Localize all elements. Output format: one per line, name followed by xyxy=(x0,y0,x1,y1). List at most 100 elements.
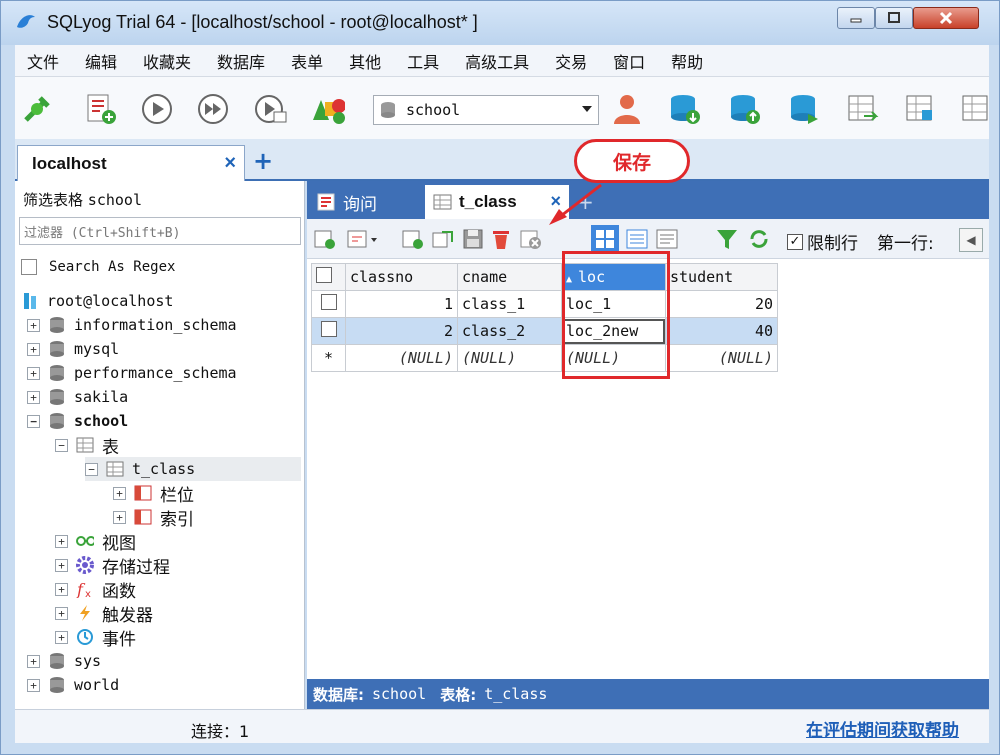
cell-student[interactable]: 40 xyxy=(665,317,778,345)
menu-database[interactable]: 数据库 xyxy=(217,49,265,73)
tree-db-performance-schema[interactable]: + performance_schema xyxy=(27,361,237,385)
menu-help[interactable]: 帮助 xyxy=(671,49,703,73)
cell-cname[interactable]: class_1 xyxy=(457,290,562,318)
limit-rows-option[interactable]: ✓ 限制行 xyxy=(787,229,858,254)
expand-icon[interactable]: + xyxy=(27,342,40,356)
cell-null[interactable]: (NULL) xyxy=(345,344,458,372)
execute-all-button[interactable] xyxy=(195,91,231,127)
expand-icon[interactable]: + xyxy=(27,366,40,380)
collapse-icon[interactable]: − xyxy=(27,414,40,428)
menu-edit[interactable]: 编辑 xyxy=(85,49,117,73)
new-connection-button[interactable] xyxy=(19,91,55,127)
expand-icon[interactable]: + xyxy=(27,390,40,404)
duplicate-row-button[interactable] xyxy=(401,227,425,251)
execute-query-button[interactable] xyxy=(139,91,175,127)
row-checkbox[interactable] xyxy=(320,294,337,310)
table-row[interactable]: 2 class_2 loc_2new 40 xyxy=(311,317,778,345)
limit-rows-checkbox[interactable]: ✓ xyxy=(787,233,803,250)
tree-functions[interactable]: + fx 函数 xyxy=(55,577,136,602)
database-selector[interactable]: school xyxy=(373,95,599,125)
new-query-button[interactable] xyxy=(83,91,119,127)
regex-option[interactable]: Search As Regex xyxy=(21,259,175,275)
minimize-button[interactable] xyxy=(837,7,875,29)
scroll-left-button[interactable]: ◀ xyxy=(959,228,983,252)
tree-db-information-schema[interactable]: + information_schema xyxy=(27,313,237,337)
tree-root[interactable]: root@localhost xyxy=(21,289,173,313)
tree-db-world[interactable]: + world xyxy=(27,673,119,697)
select-all-header[interactable] xyxy=(311,263,346,291)
schema-sync-button[interactable] xyxy=(903,91,939,127)
row-select-cell[interactable] xyxy=(311,317,346,345)
cell-null[interactable]: (NULL) xyxy=(457,344,562,372)
tree-school-tables[interactable]: − 表 xyxy=(55,433,119,458)
expand-icon[interactable]: + xyxy=(113,510,126,524)
select-all-checkbox[interactable] xyxy=(316,267,332,283)
menu-window[interactable]: 窗口 xyxy=(613,49,645,73)
table-row[interactable]: 1 class_1 loc_1 20 xyxy=(311,290,778,318)
cell-null[interactable]: (NULL) xyxy=(665,344,778,372)
column-header-student[interactable]: student xyxy=(665,263,778,291)
cell-cname[interactable]: class_2 xyxy=(457,317,562,345)
save-changes-button[interactable] xyxy=(461,227,485,251)
cell-classno[interactable]: 2 xyxy=(345,317,458,345)
insert-row-button[interactable] xyxy=(313,227,337,251)
add-tab-button[interactable]: + xyxy=(577,185,594,219)
close-tab-icon[interactable]: × xyxy=(550,191,561,212)
menu-tools[interactable]: 工具 xyxy=(407,49,439,73)
expand-icon[interactable]: + xyxy=(55,558,68,572)
expand-icon[interactable]: + xyxy=(27,318,40,332)
expand-icon[interactable]: + xyxy=(55,582,68,596)
column-header-cname[interactable]: cname xyxy=(457,263,562,291)
text-view-button[interactable] xyxy=(655,227,679,251)
schema-designer-button[interactable] xyxy=(309,91,345,127)
refresh-data-button[interactable] xyxy=(431,227,455,251)
collapse-icon[interactable]: − xyxy=(55,438,68,452)
menu-advanced-tools[interactable]: 高级工具 xyxy=(465,49,529,73)
reset-filter-button[interactable] xyxy=(747,227,771,251)
close-button[interactable] xyxy=(913,7,979,29)
menu-transactions[interactable]: 交易 xyxy=(555,49,587,73)
copy-database-button[interactable] xyxy=(787,91,823,127)
expand-icon[interactable]: + xyxy=(55,534,68,548)
filter-input[interactable]: 过滤器 (Ctrl+Shift+B) xyxy=(19,217,301,245)
expand-icon[interactable]: + xyxy=(113,486,126,500)
tree-triggers[interactable]: + 触发器 xyxy=(55,601,153,626)
tree-procedures[interactable]: + 存储过程 xyxy=(55,553,170,578)
grid-view-button[interactable] xyxy=(591,225,619,253)
help-link[interactable]: 在评估期间获取帮助 xyxy=(806,716,959,741)
tree-indexes[interactable]: + 索引 xyxy=(113,505,194,530)
menu-other[interactable]: 其他 xyxy=(349,49,381,73)
maximize-button[interactable] xyxy=(875,7,913,29)
connection-tab-localhost[interactable]: localhost × xyxy=(17,145,245,181)
new-row[interactable]: * (NULL) (NULL) (NULL) (NULL) xyxy=(311,344,778,372)
add-connection-tab-button[interactable]: + xyxy=(253,147,273,175)
regex-checkbox[interactable] xyxy=(21,259,37,275)
tree-db-sakila[interactable]: + sakila xyxy=(27,385,128,409)
filter-button[interactable] xyxy=(715,227,739,251)
row-select-cell[interactable] xyxy=(311,290,346,318)
tree-db-school[interactable]: − school xyxy=(27,409,128,433)
menu-favorites[interactable]: 收藏夹 xyxy=(143,49,191,73)
cell-classno[interactable]: 1 xyxy=(345,290,458,318)
cell-student[interactable]: 20 xyxy=(665,290,778,318)
user-manager-button[interactable] xyxy=(609,91,645,127)
tree-db-mysql[interactable]: + mysql xyxy=(27,337,119,361)
form-view-button[interactable] xyxy=(625,227,649,251)
cancel-changes-button[interactable] xyxy=(519,227,543,251)
row-checkbox[interactable] xyxy=(320,321,337,337)
tab-query[interactable]: 询问 xyxy=(317,185,377,219)
tree-db-sys[interactable]: + sys xyxy=(27,649,101,673)
tree-table-t-class[interactable]: − t_class xyxy=(85,457,301,481)
tree-views[interactable]: + 视图 xyxy=(55,529,136,554)
expand-icon[interactable]: + xyxy=(27,678,40,692)
more-tools-button[interactable] xyxy=(957,91,993,127)
tree-events[interactable]: + 事件 xyxy=(55,625,136,650)
import-data-button[interactable] xyxy=(845,91,881,127)
expand-icon[interactable]: + xyxy=(27,654,40,668)
tree-columns[interactable]: + 栏位 xyxy=(113,481,194,506)
execute-and-edit-button[interactable] xyxy=(253,91,289,127)
backup-database-button[interactable] xyxy=(667,91,703,127)
tab-t-class[interactable]: t_class × xyxy=(425,185,569,219)
menu-file[interactable]: 文件 xyxy=(27,49,59,73)
row-options-dropdown[interactable] xyxy=(345,227,385,251)
